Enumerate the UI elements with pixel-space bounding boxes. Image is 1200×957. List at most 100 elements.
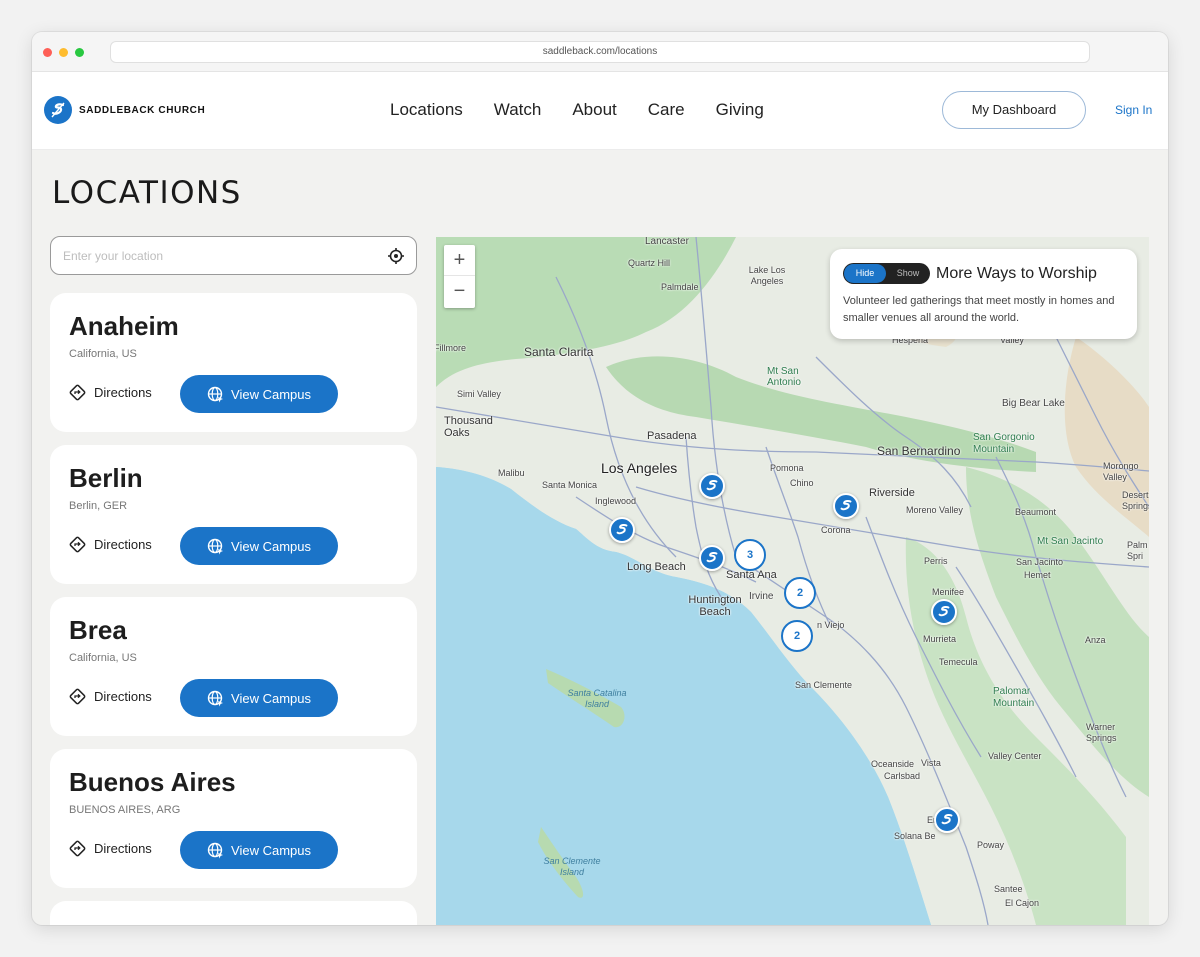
logo[interactable]: SADDLEBACK CHURCH	[44, 96, 205, 124]
campus-card-partial	[50, 901, 417, 925]
location-search-input[interactable]	[63, 246, 363, 266]
address-bar[interactable]: saddleback.com/locations	[110, 41, 1090, 63]
map-label: Mt San Jacinto	[1037, 536, 1104, 547]
campus-map-pin[interactable]	[699, 473, 725, 499]
directions-link[interactable]: Directions	[69, 840, 152, 857]
map-label: Pomona	[770, 463, 804, 473]
map-label: Menifee	[932, 587, 965, 597]
campus-name: Anaheim	[69, 311, 179, 341]
nav-giving[interactable]: Giving	[716, 100, 764, 120]
map-label: Lake Los Angeles	[748, 265, 786, 286]
main-nav: Locations Watch About Care Giving	[390, 100, 764, 120]
maximize-window-button[interactable]	[75, 48, 84, 57]
directions-link[interactable]: Directions	[69, 536, 152, 553]
saddleback-pin-icon	[706, 479, 718, 491]
map-label: Palmdale	[661, 282, 699, 292]
directions-icon	[69, 536, 86, 553]
map-label: Corona	[821, 525, 851, 535]
campus-name: Berlin	[69, 463, 143, 493]
locate-me-icon[interactable]	[387, 247, 405, 265]
campus-map-pin[interactable]	[699, 545, 725, 571]
campus-region: California, US	[69, 348, 137, 360]
sign-in-link[interactable]: Sign In	[1115, 103, 1152, 117]
toggle-hide-option[interactable]: Hide	[844, 264, 886, 283]
map-label: Simi Valley	[457, 389, 501, 399]
more-ways-panel: Hide Show More Ways to Worship Volunteer…	[830, 249, 1137, 339]
zoom-in-button[interactable]: +	[444, 245, 475, 276]
my-dashboard-button[interactable]: My Dashboard	[942, 91, 1086, 129]
nav-care[interactable]: Care	[648, 100, 685, 120]
globe-icon	[207, 842, 224, 858]
map-label: San Clemente Island	[543, 856, 601, 877]
directions-link[interactable]: Directions	[69, 384, 152, 401]
campus-map-pin[interactable]	[931, 599, 957, 625]
map-label: Mt San Antonio	[767, 366, 801, 388]
toggle-show-option[interactable]: Show	[887, 264, 929, 283]
view-campus-label: View Campus	[231, 690, 311, 706]
map-label: Santee	[994, 884, 1023, 894]
view-campus-button[interactable]: View Campus	[180, 679, 338, 717]
campus-map-pin[interactable]	[833, 493, 859, 519]
campus-region: Berlin, GER	[69, 500, 128, 512]
minimize-window-button[interactable]	[59, 48, 68, 57]
map-label: Inglewood	[595, 496, 637, 506]
map-label: Lancaster	[645, 237, 689, 247]
location-search	[50, 236, 417, 275]
view-campus-label: View Campus	[231, 538, 311, 554]
view-campus-label: View Campus	[231, 386, 311, 402]
globe-icon	[207, 538, 224, 554]
campus-card: Berlin Berlin, GER Directions View Campu…	[50, 445, 417, 584]
map-label: Huntington Beach	[688, 594, 742, 618]
view-campus-button[interactable]: View Campus	[180, 375, 338, 413]
nav-locations[interactable]: Locations	[390, 100, 463, 120]
saddleback-pin-icon	[938, 605, 950, 617]
map-label: Riverside	[869, 487, 915, 499]
site-header: SADDLEBACK CHURCH Locations Watch About …	[32, 72, 1168, 150]
nav-about[interactable]: About	[572, 100, 616, 120]
close-window-button[interactable]	[43, 48, 52, 57]
directions-label: Directions	[94, 385, 152, 400]
zoom-out-button[interactable]: −	[444, 276, 475, 307]
view-campus-button[interactable]: View Campus	[180, 527, 338, 565]
browser-window: saddleback.com/locations SADDLEBACK CHUR…	[32, 32, 1168, 925]
map-cluster-marker[interactable]: 3	[734, 539, 766, 571]
map[interactable]: + − Lancaster Quartz Hill Palmdale Lake …	[436, 237, 1149, 925]
campus-card: Brea California, US Directions View Camp…	[50, 597, 417, 736]
map-label: Pasadena	[647, 430, 697, 442]
map-label: Desert Springs	[1122, 490, 1149, 511]
map-label: Quartz Hill	[628, 258, 671, 268]
logo-text: SADDLEBACK CHURCH	[79, 104, 206, 116]
browser-chrome: saddleback.com/locations	[32, 32, 1168, 72]
map-label: Beaumont	[1015, 507, 1057, 517]
directions-icon	[69, 840, 86, 857]
map-label: Big Bear Lake	[1002, 398, 1065, 409]
map-label: Carlsbad	[884, 771, 921, 781]
map-label: Morongo Valley	[1103, 461, 1139, 482]
campus-name: Buenos Aires	[69, 767, 236, 797]
map-label: Thousand Oaks	[444, 415, 493, 439]
map-label: Santa Clarita	[524, 345, 594, 359]
map-label: Palomar Mountain	[993, 686, 1035, 709]
map-label: Poway	[977, 840, 1005, 850]
directions-label: Directions	[94, 689, 152, 704]
map-label: Perris	[924, 556, 948, 566]
campus-map-pin[interactable]	[609, 517, 635, 543]
campus-region: BUENOS AIRES, ARG	[69, 804, 181, 816]
map-label: Temecula	[939, 657, 978, 667]
globe-icon	[207, 386, 224, 402]
directions-link[interactable]: Directions	[69, 688, 152, 705]
map-label: Solana Be	[894, 831, 936, 841]
map-label: Malibu	[498, 468, 525, 478]
campus-map-pin[interactable]	[934, 807, 960, 833]
map-label: Fillmore	[436, 343, 467, 353]
nav-watch[interactable]: Watch	[494, 100, 542, 120]
map-cluster-marker[interactable]: 2	[784, 577, 816, 609]
map-label: Hemet	[1024, 570, 1051, 580]
hide-show-toggle[interactable]: Hide Show	[843, 263, 930, 284]
map-label: Warner Springs	[1086, 722, 1117, 743]
page-title: LOCATIONS	[52, 175, 242, 211]
map-label: Valley Center	[988, 751, 1042, 761]
map-cluster-marker[interactable]: 2	[781, 620, 813, 652]
view-campus-button[interactable]: View Campus	[180, 831, 338, 869]
directions-label: Directions	[94, 537, 152, 552]
